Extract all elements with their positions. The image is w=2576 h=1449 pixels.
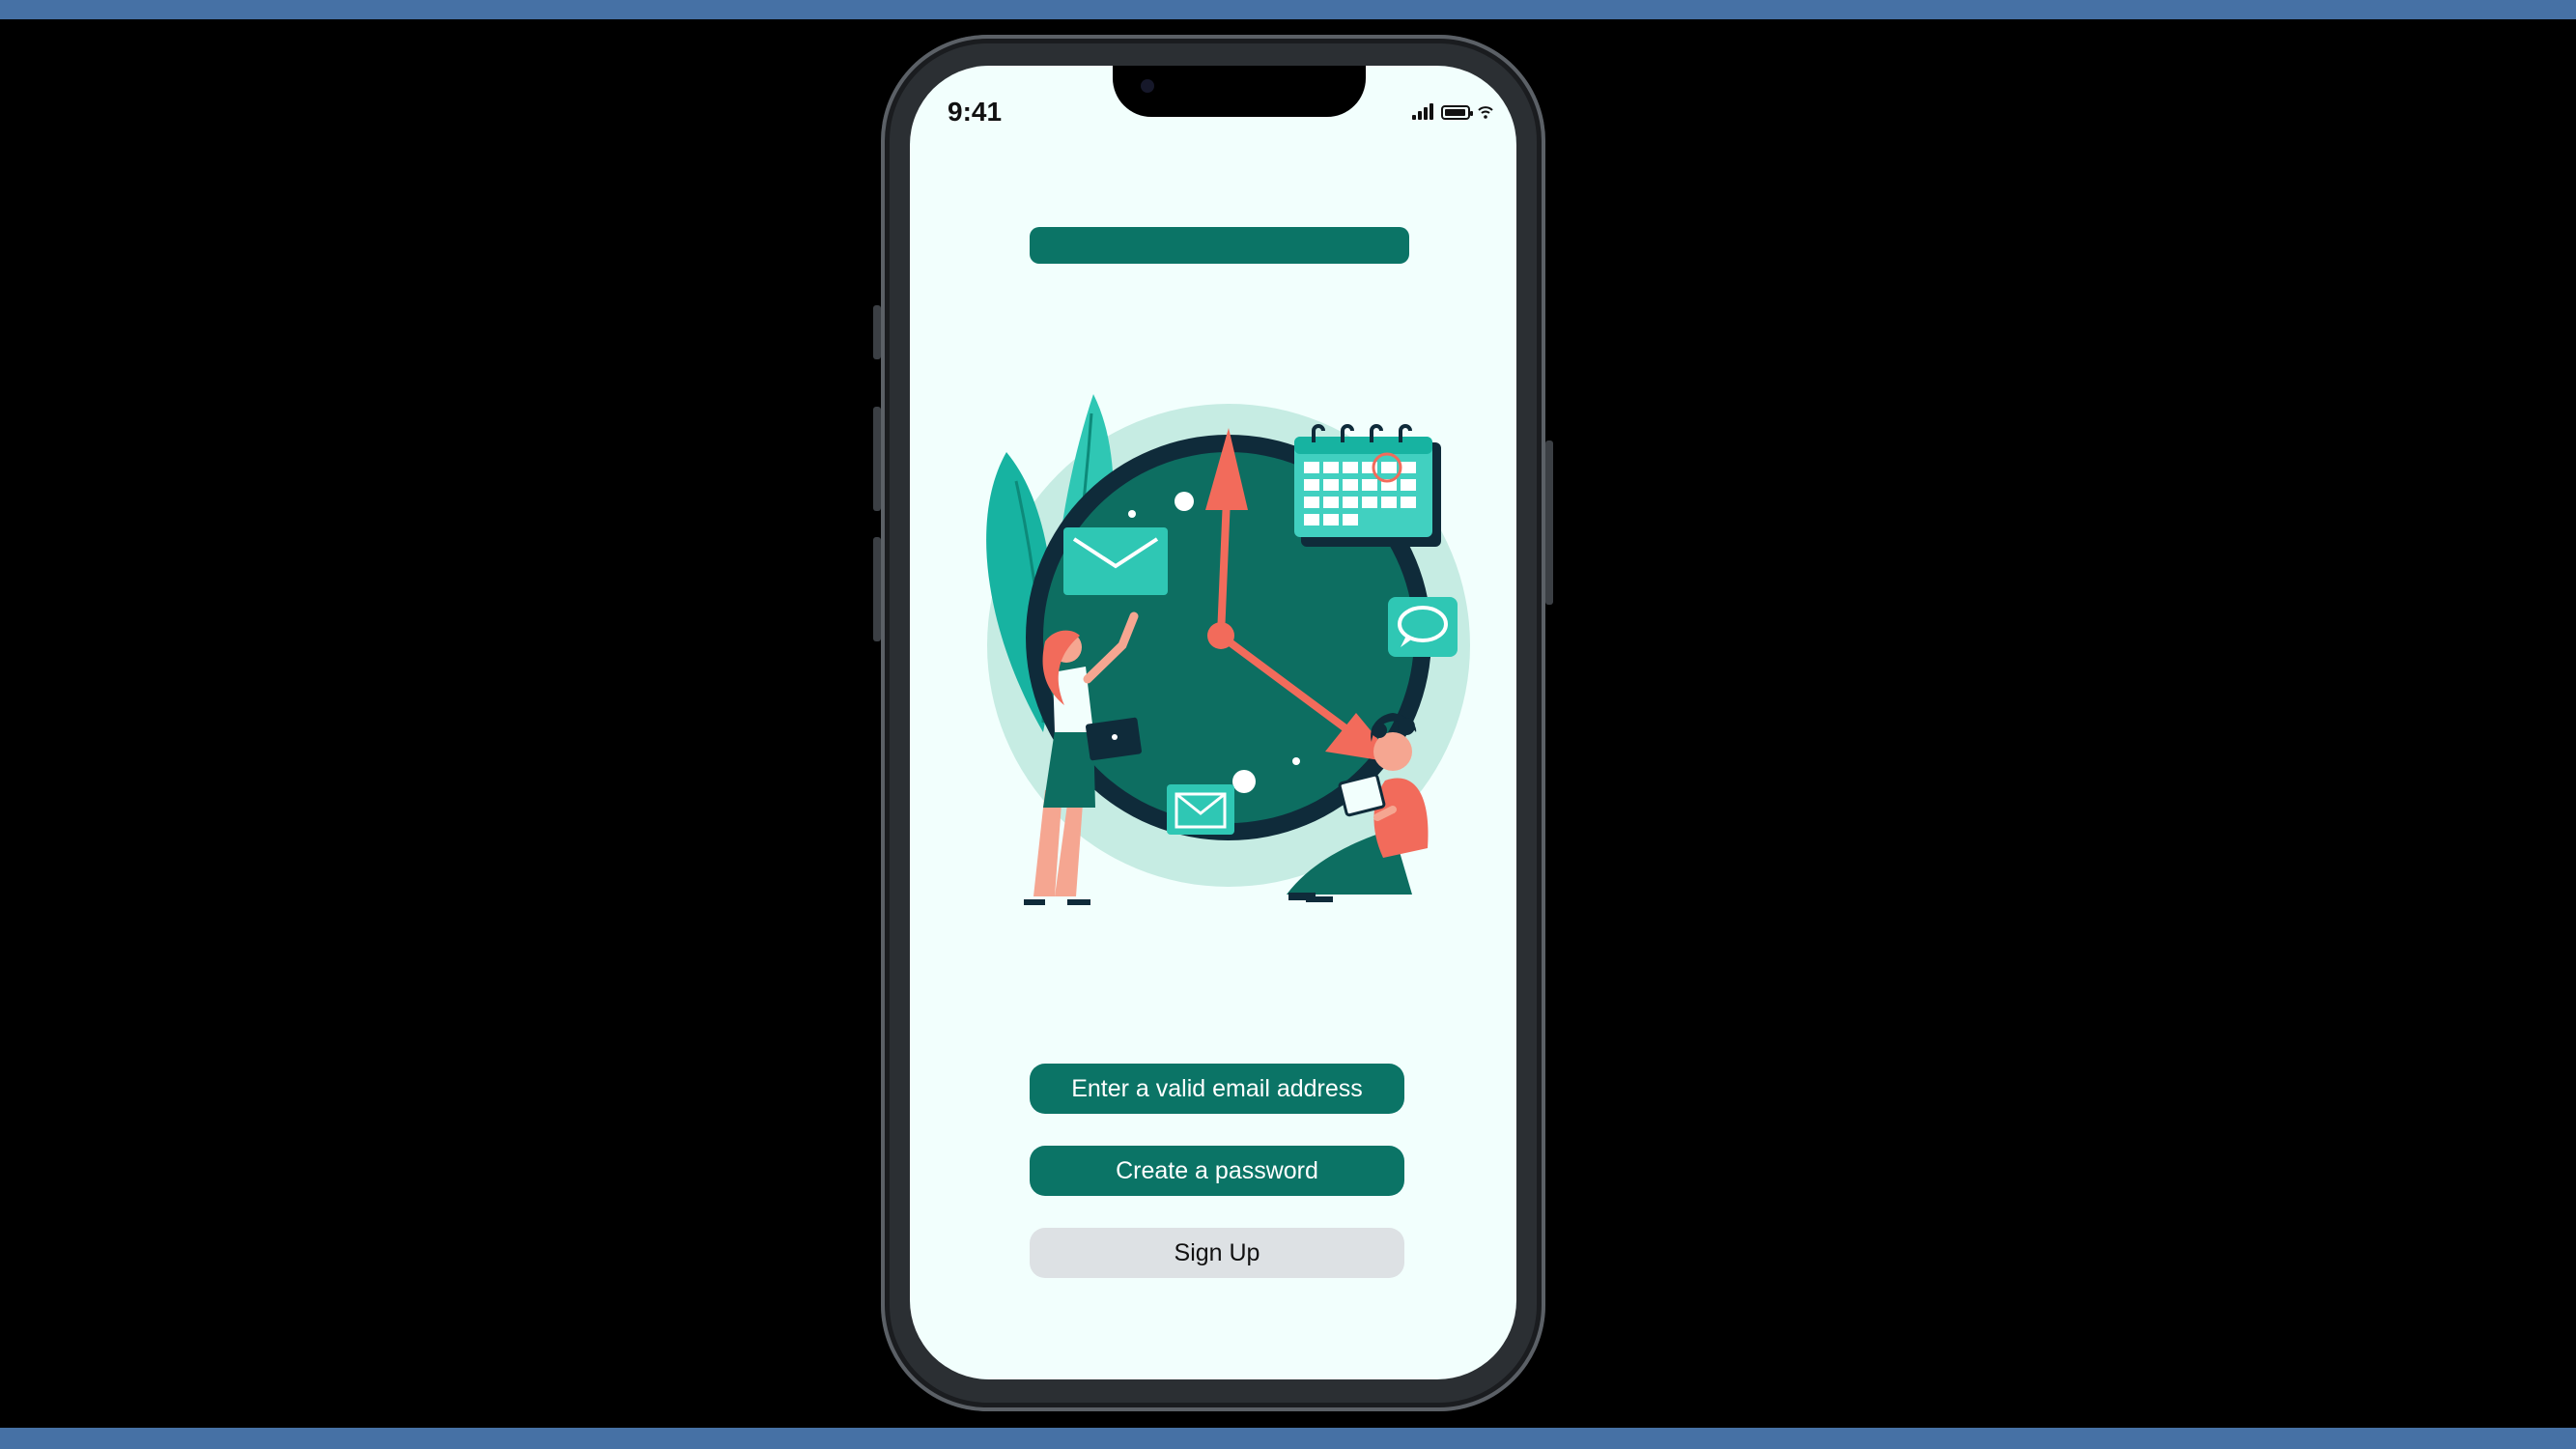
calendar-icon (1294, 424, 1441, 547)
volume-down-button (873, 537, 881, 641)
status-time: 9:41 (948, 97, 1003, 127)
frame-bar-bottom (0, 1428, 2576, 1449)
signal-icon (1412, 102, 1433, 120)
mute-switch (873, 305, 881, 359)
phone-screen: 9:41 Enter a valid email address Create … (910, 66, 1516, 1379)
battery-icon (1441, 105, 1473, 120)
chat-bubble-icon (1388, 597, 1458, 657)
sign-up-button[interactable]: Sign Up (1030, 1228, 1404, 1278)
stage: 9:41 Enter a valid email address Create … (0, 0, 2576, 1449)
power-button (1545, 440, 1553, 605)
title-placeholder-bar (1030, 227, 1409, 264)
small-envelope-icon (1167, 784, 1234, 835)
clock-team-illustration (986, 394, 1470, 905)
wifi-icon (1478, 106, 1493, 119)
volume-up-button (873, 407, 881, 511)
frame-bar-top (0, 0, 2576, 19)
phone-mockup: 9:41 Enter a valid email address Create … (873, 35, 1553, 1411)
camera-icon (1141, 79, 1154, 93)
email-field-button[interactable]: Enter a valid email address (1030, 1064, 1404, 1114)
notch (1113, 66, 1366, 117)
envelope-icon (1063, 527, 1168, 595)
create-password-button[interactable]: Create a password (1030, 1146, 1404, 1196)
status-icons (1412, 100, 1493, 120)
